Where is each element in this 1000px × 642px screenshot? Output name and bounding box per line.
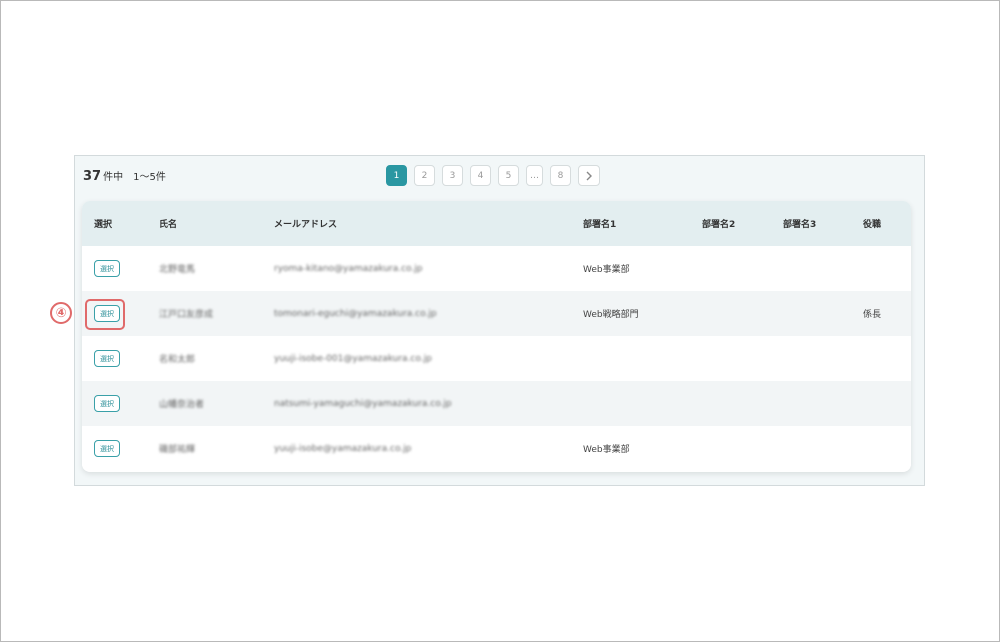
page-button-8[interactable]: 8 <box>550 165 571 186</box>
table-row: 選択 山幡奈治者 natsumi-yamaguchi@yamazakura.co… <box>82 381 911 426</box>
result-range: 1～5件 <box>133 172 166 183</box>
annotation-highlight-box <box>85 299 125 330</box>
result-count: 37 件中 1～5件 <box>83 168 166 184</box>
select-button[interactable]: 選択 <box>94 395 120 412</box>
select-button[interactable]: 選択 <box>94 440 120 457</box>
user-name: 磯部祐輝 <box>159 445 196 455</box>
table-header-row: 選択 氏名 メールアドレス 部署名1 部署名2 部署名3 役職 <box>82 201 911 246</box>
next-page-button[interactable] <box>578 165 600 186</box>
user-email: natsumi-yamaguchi@yamazakura.co.jp <box>274 398 452 409</box>
page-button-4[interactable]: 4 <box>470 165 491 186</box>
user-table: 選択 氏名 メールアドレス 部署名1 部署名2 部署名3 役職 選択 北野竜馬 … <box>82 201 911 472</box>
user-email: ryoma-kitano@yamazakura.co.jp <box>274 263 423 274</box>
header-dept1: 部署名1 <box>583 220 617 230</box>
table-row: 選択 江戸口友彦成 tomonari-eguchi@yamazakura.co.… <box>82 291 911 336</box>
header-dept3: 部署名3 <box>783 220 817 230</box>
select-button[interactable]: 選択 <box>94 260 120 277</box>
user-dept1: Web戦略部門 <box>583 310 639 320</box>
annotation-step-badge: ④ <box>50 302 72 324</box>
user-title: 係長 <box>863 310 882 320</box>
page-button-5[interactable]: 5 <box>498 165 519 186</box>
header-email: メールアドレス <box>274 220 338 230</box>
user-email: yuuji-isobe-001@yamazakura.co.jp <box>274 353 432 364</box>
user-dept1: Web事業部 <box>583 265 630 275</box>
pagination: 1 2 3 4 5 … 8 <box>386 165 600 186</box>
user-name: 名和太郎 <box>159 355 196 365</box>
user-name: 北野竜馬 <box>159 265 196 275</box>
page-button-3[interactable]: 3 <box>442 165 463 186</box>
header-select: 選択 <box>94 220 113 230</box>
page-button-2[interactable]: 2 <box>414 165 435 186</box>
user-email: yuuji-isobe@yamazakura.co.jp <box>274 443 412 454</box>
user-dept1: Web事業部 <box>583 445 630 455</box>
user-name: 江戸口友彦成 <box>159 310 214 320</box>
total-suffix: 件中 <box>103 172 124 183</box>
table-row: 選択 名和太郎 yuuji-isobe-001@yamazakura.co.jp <box>82 336 911 381</box>
user-email: tomonari-eguchi@yamazakura.co.jp <box>274 308 437 319</box>
table-row: 選択 磯部祐輝 yuuji-isobe@yamazakura.co.jp Web… <box>82 426 911 471</box>
select-button[interactable]: 選択 <box>94 350 120 367</box>
user-select-panel: 37 件中 1～5件 1 2 3 4 5 … 8 選択 氏名 メールアドレス 部… <box>74 155 925 486</box>
chevron-right-icon <box>586 171 592 180</box>
page-button-1[interactable]: 1 <box>386 165 407 186</box>
header-title: 役職 <box>863 220 882 230</box>
table-row: 選択 北野竜馬 ryoma-kitano@yamazakura.co.jp We… <box>82 246 911 291</box>
header-name: 氏名 <box>159 220 178 230</box>
page-ellipsis: … <box>526 165 543 186</box>
total-count: 37 <box>83 169 102 184</box>
header-dept2: 部署名2 <box>702 220 736 230</box>
user-name: 山幡奈治者 <box>159 400 205 410</box>
